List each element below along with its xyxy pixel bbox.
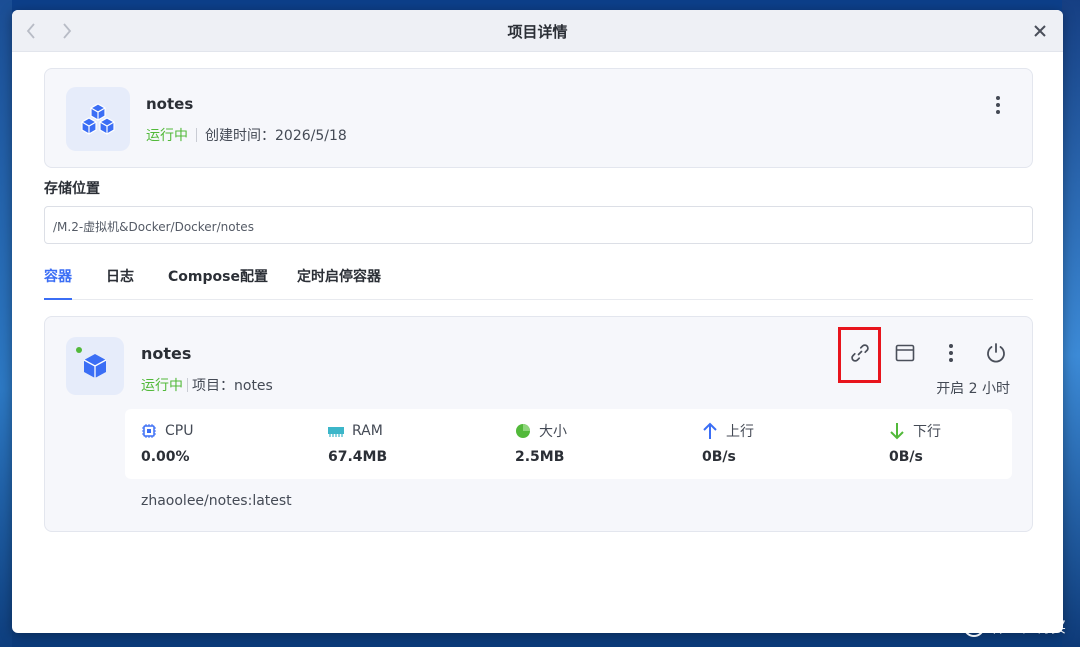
watermark-logo-icon: 值	[962, 615, 985, 637]
project-summary-card: notes 运行中 创建时间：2026/5/18	[44, 68, 1033, 168]
pie-icon	[515, 423, 531, 439]
stat-value: 0.00%	[141, 449, 190, 465]
tab-bar: 容器 日志 Compose配置 定时启停容器	[44, 260, 1033, 300]
stat-value: 2.5MB	[515, 449, 565, 465]
desktop-background-right	[1062, 0, 1080, 647]
open-link-button[interactable]	[846, 339, 874, 367]
divider	[187, 378, 188, 392]
arrow-up-icon	[702, 422, 718, 439]
container-icon	[66, 337, 124, 395]
more-vertical-icon	[996, 96, 1000, 100]
container-card: notes 运行中 项目：notes 开启 2 小时 CPU 0.00% RAM…	[44, 316, 1033, 532]
stat-cpu: CPU 0.00%	[141, 421, 193, 465]
stat-value: 67.4MB	[328, 449, 388, 465]
container-uptime: 开启 2 小时	[936, 381, 1010, 397]
cpu-icon	[141, 423, 157, 439]
open-terminal-button[interactable]	[891, 339, 919, 367]
ram-icon	[328, 423, 344, 439]
cube-icon	[83, 354, 107, 378]
arrow-down-icon	[889, 423, 905, 440]
project-created-time: 创建时间：2026/5/18	[205, 128, 347, 144]
more-vertical-icon	[949, 344, 953, 348]
stat-value: 0B/s	[889, 449, 923, 465]
window-icon	[895, 344, 915, 362]
project-status: 运行中	[146, 128, 188, 144]
project-meta: 运行中 创建时间：2026/5/18	[146, 125, 347, 145]
desktop-background-left	[0, 0, 12, 647]
power-button[interactable]	[982, 339, 1010, 367]
more-dot	[949, 351, 953, 355]
container-status: 运行中	[141, 378, 183, 394]
tab-logs[interactable]: 日志	[106, 266, 134, 300]
project-detail-window: 项目详情 notes 运行中 创建时间：2026/5/18 存储位置 /M.2-…	[12, 10, 1063, 633]
project-name: notes	[146, 95, 194, 113]
close-icon	[1034, 25, 1046, 37]
storage-path-field[interactable]: /M.2-虚拟机&Docker/Docker/notes	[44, 206, 1033, 244]
divider	[196, 128, 197, 142]
container-name: notes	[141, 344, 192, 363]
tab-containers[interactable]: 容器	[44, 266, 72, 300]
container-image-name: zhaoolee/notes:latest	[141, 493, 292, 509]
resource-stats-panel: CPU 0.00% RAM 67.4MB 大小 2.5MB 上行 0B/s 下行…	[125, 409, 1012, 479]
container-meta: 运行中 项目：notes	[141, 375, 273, 395]
more-dot	[996, 110, 1000, 114]
storage-label: 存储位置	[44, 181, 100, 197]
stat-ram: RAM 67.4MB	[328, 421, 387, 465]
stat-label: CPU	[165, 423, 194, 439]
watermark-text: 什么值得买	[990, 617, 1066, 636]
window-title: 项目详情	[507, 23, 568, 41]
stat-label: 上行	[726, 424, 754, 440]
stat-value: 0B/s	[702, 449, 736, 465]
container-project: 项目：notes	[192, 378, 273, 394]
stat-download: 下行 0B/s	[889, 421, 941, 465]
title-bar: 项目详情	[12, 10, 1063, 52]
stat-label: 下行	[913, 424, 941, 440]
stat-label: 大小	[539, 424, 567, 440]
project-icon	[66, 87, 130, 151]
link-icon	[851, 344, 869, 362]
close-button[interactable]	[1029, 20, 1051, 42]
more-dot	[949, 358, 953, 362]
stat-label: RAM	[352, 423, 383, 439]
tab-compose-config[interactable]: Compose配置	[168, 266, 268, 300]
container-more-button[interactable]	[937, 339, 965, 367]
watermark: 值 什么值得买	[962, 615, 1066, 637]
stat-size: 大小 2.5MB	[515, 421, 567, 465]
project-more-button[interactable]	[986, 93, 1010, 117]
running-indicator-dot	[76, 347, 82, 353]
stat-upload: 上行 0B/s	[702, 421, 754, 465]
cubes-icon	[81, 103, 115, 135]
power-icon	[987, 343, 1005, 363]
tab-scheduled-start-stop[interactable]: 定时启停容器	[297, 266, 381, 300]
more-dot	[996, 103, 1000, 107]
